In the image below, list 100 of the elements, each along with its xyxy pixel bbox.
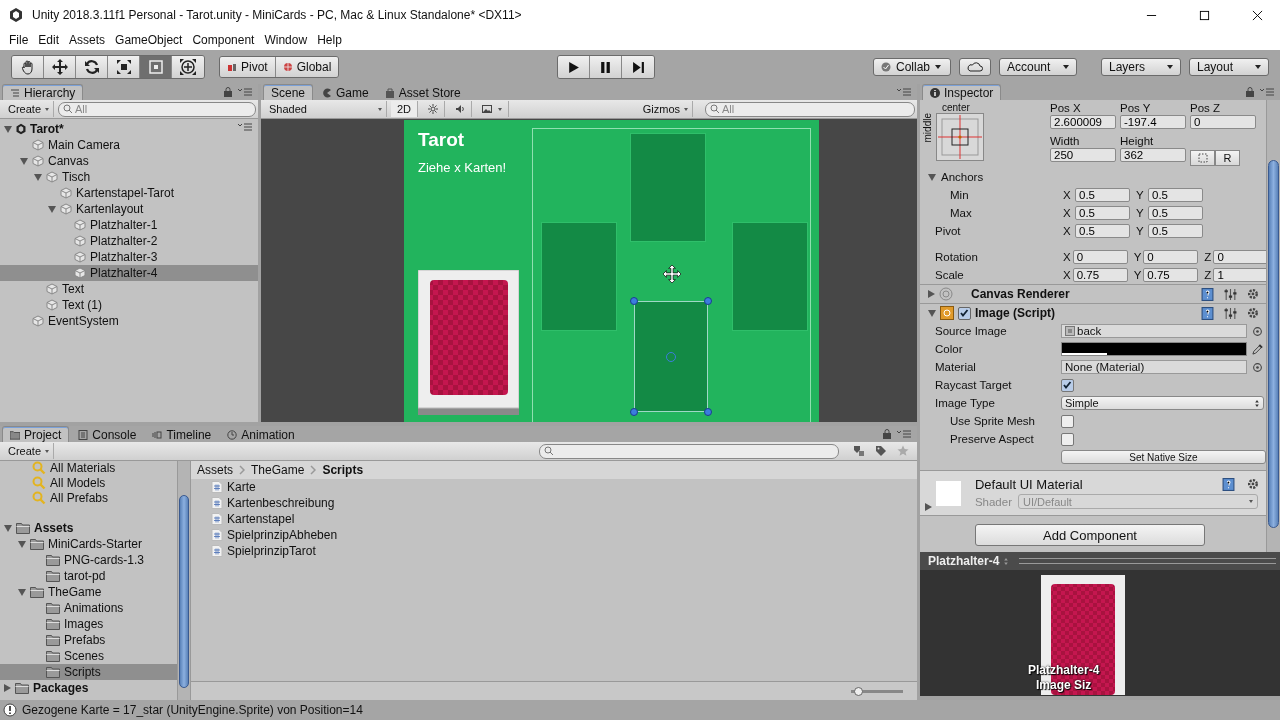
object-field[interactable]: back [1061, 324, 1247, 338]
number-field[interactable]: 362 [1120, 148, 1186, 162]
account-dropdown[interactable]: Account [999, 58, 1077, 76]
pivot-button[interactable]: Pivot [220, 57, 276, 77]
number-field[interactable]: 0 [1213, 250, 1266, 264]
number-field[interactable]: 0 [1143, 250, 1199, 264]
panel-tab[interactable]: Project [2, 426, 70, 442]
dropdown-field[interactable]: Simple [1061, 396, 1264, 410]
folder-item[interactable]: MiniCards-Starter [0, 536, 177, 552]
number-field[interactable]: 1 [1213, 268, 1266, 282]
panel-menu-icon[interactable] [1260, 88, 1274, 96]
folder-item[interactable]: Scripts [0, 664, 177, 680]
number-field[interactable]: 0 [1190, 115, 1256, 129]
maximize-icon[interactable] [1199, 9, 1210, 21]
hierarchy-item[interactable]: Canvas [0, 153, 258, 169]
menu-item[interactable]: Assets [64, 33, 111, 47]
number-field[interactable]: 0 [1072, 250, 1128, 264]
number-field[interactable]: 0.5 [1075, 224, 1130, 238]
menu-item[interactable]: Help [312, 33, 347, 47]
panel-menu-icon[interactable] [897, 88, 911, 96]
create-dropdown[interactable]: Create [4, 101, 55, 117]
script-file-item[interactable]: SpielprinzipAbheben [211, 527, 917, 543]
number-field[interactable]: 2.600009 [1050, 115, 1116, 129]
color-field[interactable] [1061, 342, 1247, 356]
menu-item[interactable]: Edit [33, 33, 65, 47]
checkbox[interactable] [1061, 414, 1074, 428]
2d-toggle[interactable]: 2D [391, 101, 419, 117]
tool-button[interactable] [172, 56, 204, 78]
number-field[interactable]: 0.5 [1148, 206, 1203, 220]
folder-item[interactable]: tarot-pd [0, 568, 177, 584]
breadcrumb-item[interactable]: Assets [197, 463, 233, 477]
hierarchy-item[interactable]: Kartenlayout [0, 201, 258, 217]
layout-dropdown[interactable]: Layout [1189, 58, 1269, 76]
script-file-item[interactable]: SpielprinzipTarot [211, 543, 917, 559]
hierarchy-item[interactable]: Main Camera [0, 137, 258, 153]
breadcrumb-item[interactable]: Scripts [322, 463, 364, 477]
tool-button[interactable] [108, 56, 140, 78]
close-icon[interactable] [1252, 9, 1263, 21]
add-component-button[interactable]: Add Component [975, 524, 1205, 546]
script-file-item[interactable]: Kartenstapel [211, 511, 917, 527]
folder-item[interactable]: Animations [0, 600, 177, 616]
preview-title-dropdown[interactable]: Platzhalter-4 [928, 554, 1000, 568]
favorite-item[interactable]: All Models [0, 475, 177, 491]
folder-item[interactable]: Images [0, 616, 177, 632]
script-file-item[interactable]: Kartenbeschreibung [211, 495, 917, 511]
number-field[interactable]: 0.5 [1148, 188, 1203, 202]
number-field[interactable]: 0.75 [1143, 268, 1199, 282]
set-native-size-button[interactable]: Set Native Size [1061, 450, 1266, 464]
folder-item[interactable]: TheGame [0, 584, 177, 600]
hierarchy-item[interactable]: Text (1) [0, 297, 258, 313]
checkbox[interactable] [1061, 432, 1074, 446]
panel-menu-icon[interactable] [238, 123, 252, 131]
favorite-item[interactable]: All Prefabs [0, 490, 177, 506]
hierarchy-tab[interactable]: Hierarchy [2, 84, 84, 100]
raw-edit-button[interactable]: R [1215, 150, 1240, 166]
script-file-item[interactable]: Karte [211, 479, 917, 495]
object-field[interactable]: None (Material) [1061, 360, 1247, 374]
playback-button[interactable] [622, 56, 655, 78]
playback-button[interactable] [558, 56, 591, 78]
star-icon[interactable] [897, 445, 909, 457]
collab-dropdown[interactable]: Collab [873, 58, 951, 76]
number-field[interactable]: 0.5 [1075, 188, 1130, 202]
object-picker-icon[interactable] [1252, 325, 1263, 337]
hierarchy-item[interactable]: Kartenstapel-Tarot [0, 185, 258, 201]
hierarchy-item[interactable]: Text [0, 281, 258, 297]
number-field[interactable]: 250 [1050, 148, 1116, 162]
tool-button[interactable] [76, 56, 108, 78]
number-field[interactable]: -197.4 [1120, 115, 1186, 129]
component-header[interactable]: Image (Script) [920, 303, 1266, 322]
hierarchy-item[interactable]: Platzhalter-3 [0, 249, 258, 265]
hierarchy-item[interactable]: EventSystem [0, 313, 258, 329]
panel-menu-icon[interactable] [238, 88, 252, 96]
search-field[interactable] [539, 443, 839, 459]
folder-item[interactable]: PNG-cards-1.3 [0, 552, 177, 568]
slider-thumb[interactable] [853, 686, 863, 696]
tag-icon[interactable] [875, 445, 887, 457]
number-field[interactable]: 0.5 [1148, 224, 1203, 238]
breadcrumb-item[interactable]: TheGame [251, 463, 305, 477]
folder-item[interactable]: Assets [0, 520, 177, 536]
playback-button[interactable] [590, 56, 623, 78]
menu-item[interactable]: File [4, 33, 34, 47]
gizmos-dropdown[interactable]: Gizmos [638, 101, 693, 117]
component-header[interactable]: Canvas Renderer [920, 284, 1266, 303]
folder-item[interactable]: Packages [0, 680, 177, 696]
layers-dropdown[interactable]: Layers [1101, 58, 1181, 76]
foldout-arrow[interactable] [928, 173, 936, 181]
checkbox[interactable] [1061, 378, 1074, 392]
blueprint-mode-button[interactable] [1190, 150, 1215, 166]
object-picker-icon[interactable] [1252, 361, 1263, 373]
create-dropdown[interactable]: Create [4, 443, 55, 459]
panel-menu-icon[interactable] [897, 430, 911, 438]
foldout-label[interactable]: Anchors [938, 171, 1061, 183]
expand-arrow[interactable] [925, 503, 932, 511]
hierarchy-item[interactable]: Platzhalter-4 [0, 265, 258, 281]
shading-dropdown[interactable]: Shaded [265, 101, 387, 117]
folder-item[interactable]: Prefabs [0, 632, 177, 648]
resize-grip[interactable] [1019, 558, 1276, 564]
anchor-preset-icon[interactable] [936, 113, 984, 161]
hierarchy-item[interactable]: Tisch [0, 169, 258, 185]
menu-item[interactable]: GameObject [110, 33, 188, 47]
